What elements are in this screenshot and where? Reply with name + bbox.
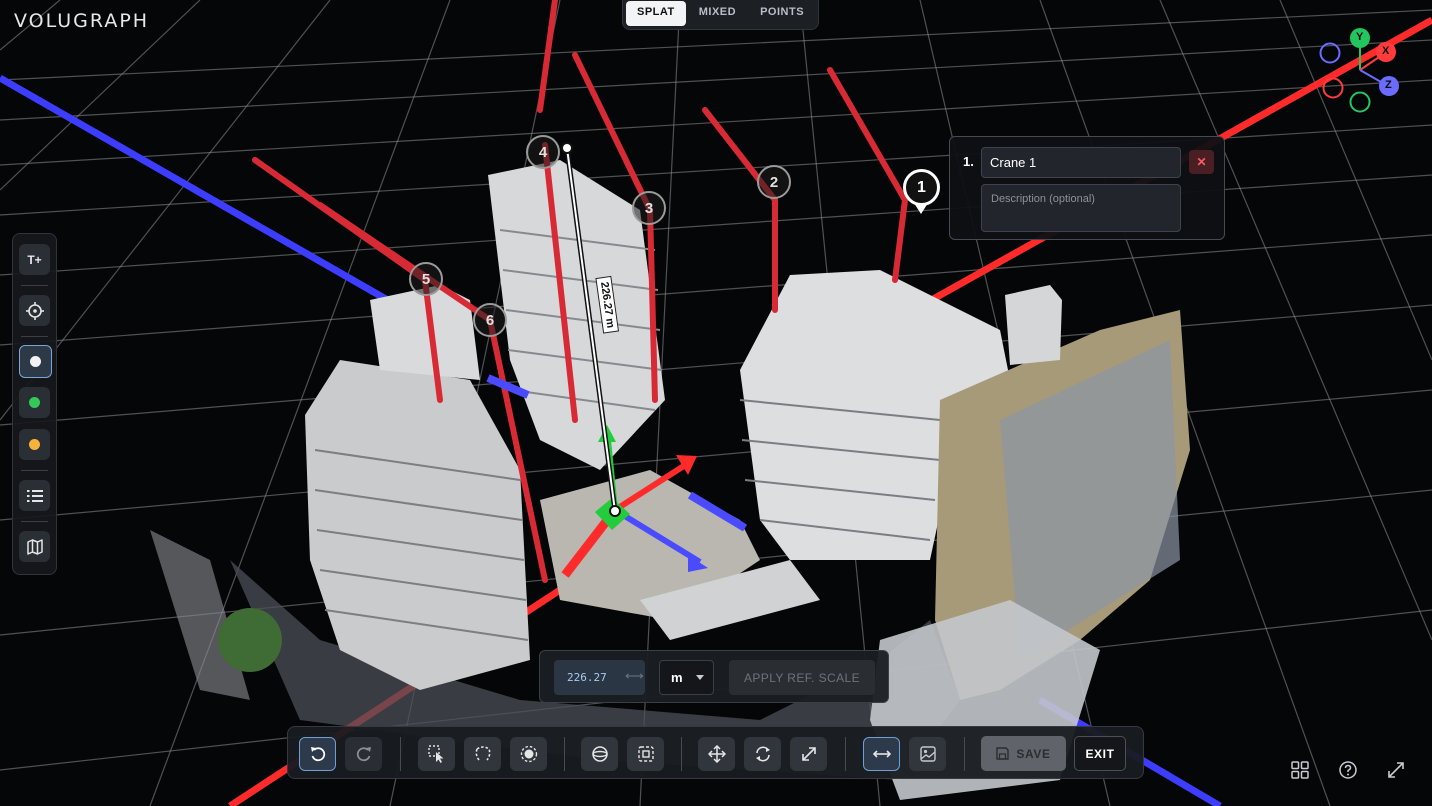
target-button[interactable]	[19, 295, 50, 326]
measure-button[interactable]	[863, 737, 900, 771]
list-icon	[26, 489, 43, 502]
color-swatch-orange[interactable]	[19, 429, 50, 460]
crosshair-icon	[25, 301, 44, 320]
help-button[interactable]	[1334, 756, 1362, 784]
scale-button[interactable]	[790, 737, 827, 771]
marker-6[interactable]: 6	[473, 303, 507, 337]
toolbar-divider	[845, 737, 846, 771]
measure-start-handle[interactable]	[561, 142, 573, 154]
unit-select-value: m	[671, 670, 683, 685]
lasso-tool-button[interactable]	[464, 737, 501, 771]
rail-divider	[21, 336, 48, 337]
toolbar-divider	[964, 737, 965, 771]
z-axis-label: Z	[1385, 79, 1392, 91]
axis-orientation-gizmo[interactable]: Y X Z	[1308, 24, 1412, 120]
expand-diagonal-icon	[801, 747, 816, 761]
x-axis-label: X	[1382, 45, 1390, 57]
move-button[interactable]	[698, 737, 735, 771]
move-icon	[707, 745, 726, 763]
marker-2[interactable]: 2	[757, 165, 791, 199]
neg-x-axis-icon[interactable]	[1322, 77, 1344, 99]
globe-icon	[591, 746, 608, 762]
toolbar-divider	[400, 737, 401, 771]
toolbar-divider	[681, 737, 682, 771]
resize-horizontal-icon: ⟷	[625, 668, 644, 683]
save-label: SAVE	[1016, 746, 1051, 761]
fullscreen-icon	[1388, 762, 1404, 778]
save-icon	[996, 747, 1010, 760]
tab-points[interactable]: POINTS	[749, 1, 815, 26]
rail-divider	[21, 285, 48, 286]
grid-icon	[1291, 761, 1309, 779]
exit-button[interactable]: EXIT	[1074, 736, 1126, 771]
unit-select[interactable]: m	[659, 660, 714, 695]
close-icon: ✕	[1196, 155, 1207, 169]
measure-arrows-icon	[872, 750, 891, 758]
y-axis-label: Y	[1356, 31, 1364, 43]
rotate-icon	[755, 746, 770, 762]
lasso-icon	[475, 746, 490, 761]
add-text-button[interactable]: T+	[19, 244, 50, 275]
image-button[interactable]	[909, 737, 946, 771]
color-swatch-green[interactable]	[19, 387, 50, 418]
select-tool-button[interactable]	[418, 737, 455, 771]
redo-button[interactable]	[345, 737, 382, 771]
marker-3[interactable]: 3	[632, 191, 666, 225]
neg-z-axis-icon[interactable]	[1319, 42, 1341, 64]
toolbar-divider	[564, 737, 565, 771]
rail-divider	[21, 470, 48, 471]
marker-5[interactable]: 5	[409, 262, 443, 296]
rail-divider	[21, 521, 48, 522]
left-tool-rail: T+	[12, 233, 57, 575]
app-logo: VOLUGRAPH	[14, 10, 150, 32]
annotation-list-button[interactable]	[19, 480, 50, 511]
undo-icon	[310, 747, 325, 762]
add-text-label: T+	[27, 252, 42, 267]
render-mode-tabs: SPLAT MIXED POINTS	[622, 0, 820, 30]
viewport[interactable]: 226.27 m 4 2 3 5 6 1 VOLUGRAPH SPLAT MIX…	[0, 0, 1432, 806]
redo-icon	[356, 747, 371, 762]
measure-end-handle[interactable]	[609, 505, 621, 517]
annotation-editor: 1. Crane 1 ✕	[949, 136, 1225, 240]
sphere-select-button[interactable]	[510, 737, 547, 771]
marker-4[interactable]: 4	[526, 135, 560, 169]
layout-grid-button[interactable]	[1286, 756, 1314, 784]
help-icon	[1339, 761, 1357, 779]
reference-scale-panel: 226.27 ⟷ m APPLY REF. SCALE	[539, 650, 889, 703]
neg-y-axis-icon[interactable]	[1349, 91, 1371, 113]
crop-box-icon	[637, 746, 654, 762]
map-button[interactable]	[19, 531, 50, 562]
bottom-toolbar: SAVE EXIT	[287, 726, 1144, 779]
map-icon	[26, 538, 43, 555]
tab-splat[interactable]: SPLAT	[626, 1, 686, 26]
annotation-description-input[interactable]	[981, 184, 1181, 232]
undo-button[interactable]	[299, 737, 336, 771]
crop-sphere-button[interactable]	[581, 737, 618, 771]
image-icon	[919, 746, 936, 762]
tab-mixed[interactable]: MIXED	[688, 1, 747, 26]
color-swatch-white[interactable]	[19, 345, 52, 378]
selection-cursor-icon	[427, 745, 443, 763]
chevron-down-icon	[696, 675, 704, 680]
fullscreen-button[interactable]	[1382, 756, 1410, 784]
crop-box-button[interactable]	[627, 737, 664, 771]
rotate-button[interactable]	[744, 737, 781, 771]
delete-annotation-button[interactable]: ✕	[1189, 150, 1214, 174]
save-button[interactable]: SAVE	[981, 736, 1066, 771]
orange-dot-icon	[29, 439, 40, 450]
green-dot-icon	[29, 397, 40, 408]
sphere-select-icon	[520, 745, 537, 763]
marker-1-selected[interactable]: 1	[903, 169, 940, 206]
annotation-name-input[interactable]: Crane 1	[981, 147, 1181, 178]
white-dot-icon	[30, 356, 41, 367]
apply-reference-scale-button[interactable]: APPLY REF. SCALE	[729, 660, 875, 695]
annotation-number: 1.	[963, 154, 974, 169]
